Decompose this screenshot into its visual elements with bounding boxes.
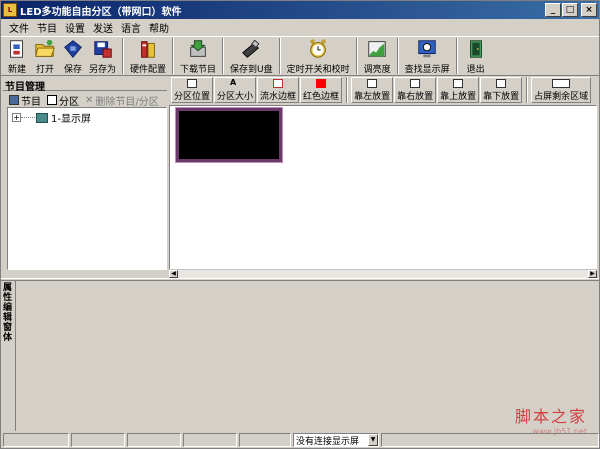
app-window: L LED多功能自由分区（带网口）软件 _ □ × 文件 节目 设置 发送 语言… — [0, 0, 600, 449]
exit-button[interactable]: 退出 — [464, 37, 488, 75]
toolbar-separator — [455, 38, 458, 74]
status-cell — [127, 433, 181, 447]
menu-bar: 文件 节目 设置 发送 语言 帮助 — [1, 19, 599, 35]
align-right-icon — [410, 79, 421, 88]
screen-connection-select[interactable]: 没有连接显示屏 ▼ — [293, 433, 379, 447]
find-screen-button[interactable]: 查找显示屏 — [405, 37, 450, 75]
program-manager-panel: 节目管理 节目 分区 ✕ 删除节目/分区 + 1-显示屏 — [3, 77, 167, 273]
partition-icon — [47, 95, 57, 105]
status-bar: 没有连接显示屏 ▼ — [1, 432, 599, 448]
folder-open-icon — [35, 39, 55, 57]
menu-program[interactable]: 节目 — [33, 20, 61, 35]
save-button[interactable]: 保存 — [61, 37, 85, 75]
property-editor-area: 属性编辑窗体 — [1, 281, 599, 431]
save-icon — [64, 40, 82, 58]
toolbar-separator — [278, 38, 281, 74]
toolbar-separator — [346, 77, 349, 103]
brightness-chart-icon — [368, 41, 386, 57]
find-screen-icon — [418, 40, 436, 58]
new-button[interactable]: 新建 — [5, 37, 29, 75]
add-partition-button[interactable]: 分区 — [47, 93, 79, 108]
watermark-text: 脚本之家 — [514, 407, 587, 426]
fill-remaining-button[interactable]: 占屏剩余区域 — [531, 77, 592, 103]
align-left-button[interactable]: 靠左放置 — [351, 77, 394, 103]
status-cell — [239, 433, 291, 447]
download-icon — [190, 40, 206, 57]
tree-line — [21, 117, 35, 118]
menu-send[interactable]: 发送 — [89, 20, 117, 35]
new-file-icon — [10, 40, 23, 58]
status-cell — [183, 433, 237, 447]
red-border-icon — [316, 79, 327, 88]
screen-canvas[interactable] — [169, 105, 597, 277]
toolbar-separator — [172, 38, 175, 74]
delete-icon: ✕ — [85, 94, 94, 106]
menu-file[interactable]: 文件 — [5, 20, 33, 35]
toolbar-separator — [122, 38, 125, 74]
align-top-icon — [453, 79, 464, 88]
align-left-icon — [367, 79, 378, 88]
exit-door-icon — [469, 40, 482, 58]
horizontal-scrollbar[interactable]: ◀ ▶ — [169, 269, 597, 278]
panel-title: 节目管理 — [3, 77, 167, 93]
close-button[interactable]: × — [581, 3, 597, 17]
tree-item-screen[interactable]: + 1-显示屏 — [12, 110, 91, 125]
scroll-right-icon[interactable]: ▶ — [588, 270, 597, 278]
align-top-button[interactable]: 靠上放置 — [437, 77, 480, 103]
align-bottom-button[interactable]: 靠下放置 — [480, 77, 523, 103]
menu-language[interactable]: 语言 — [117, 20, 145, 35]
size-icon: A — [230, 78, 237, 87]
program-icon — [9, 95, 19, 105]
flowing-border-button[interactable]: 流水边框 — [257, 77, 300, 103]
add-program-button[interactable]: 节目 — [9, 93, 41, 108]
align-right-button[interactable]: 靠右放置 — [394, 77, 437, 103]
maximize-button[interactable]: □ — [562, 3, 578, 17]
program-tree[interactable]: + 1-显示屏 — [7, 107, 167, 270]
status-cell — [71, 433, 125, 447]
main-toolbar: 新建 打开 保存 另存为 硬件配置 下载节目 保存到U盘 定时开关和校时 调亮度… — [1, 36, 599, 76]
property-editor-frame — [15, 281, 599, 431]
dropdown-arrow-icon[interactable]: ▼ — [368, 434, 378, 446]
menu-settings[interactable]: 设置 — [61, 20, 89, 35]
timer-button[interactable]: 定时开关和校时 — [287, 37, 350, 75]
menu-help[interactable]: 帮助 — [145, 20, 173, 35]
minimize-button[interactable]: _ — [545, 3, 561, 17]
window-title: LED多功能自由分区（带网口）软件 — [20, 6, 182, 18]
download-program-button[interactable]: 下载节目 — [180, 37, 216, 75]
partition-position-button[interactable]: 分区位置 — [171, 77, 214, 103]
property-editor-tab[interactable]: 属性编辑窗体 — [3, 283, 15, 343]
delete-program-button[interactable]: ✕ 删除节目/分区 — [85, 93, 159, 108]
toolbar-separator — [526, 77, 529, 103]
hardware-icon — [141, 41, 155, 58]
alarm-clock-icon — [310, 39, 326, 58]
status-cell — [381, 433, 599, 447]
align-bottom-icon — [496, 79, 507, 88]
toolbar-separator — [396, 38, 399, 74]
open-button[interactable]: 打开 — [33, 37, 57, 75]
toolbar-separator — [355, 38, 358, 74]
hardware-config-button[interactable]: 硬件配置 — [130, 37, 166, 75]
save-as-icon — [93, 41, 112, 58]
flowing-border-icon — [273, 79, 284, 88]
brightness-button[interactable]: 调亮度 — [364, 37, 391, 75]
screen-icon — [36, 112, 48, 123]
save-as-button[interactable]: 另存为 — [89, 37, 116, 75]
led-screen-preview[interactable] — [175, 107, 283, 163]
usb-drive-icon — [242, 39, 260, 58]
status-cell — [3, 433, 69, 447]
partition-size-button[interactable]: A 分区大小 — [214, 77, 257, 103]
fill-area-icon — [552, 79, 571, 88]
toolbar-separator — [222, 38, 225, 74]
app-icon: L — [3, 3, 17, 17]
save-to-usb-button[interactable]: 保存到U盘 — [230, 37, 273, 75]
red-border-button[interactable]: 红色边框 — [300, 77, 343, 103]
expand-icon[interactable]: + — [12, 113, 21, 122]
title-bar: L LED多功能自由分区（带网口）软件 _ □ × — [1, 1, 599, 19]
position-icon — [187, 79, 197, 88]
scroll-left-icon[interactable]: ◀ — [169, 270, 178, 278]
partition-toolbar: 分区位置 A 分区大小 流水边框 红色边框 靠左放置 靠右放置 靠上放置 靠下放… — [169, 77, 597, 105]
